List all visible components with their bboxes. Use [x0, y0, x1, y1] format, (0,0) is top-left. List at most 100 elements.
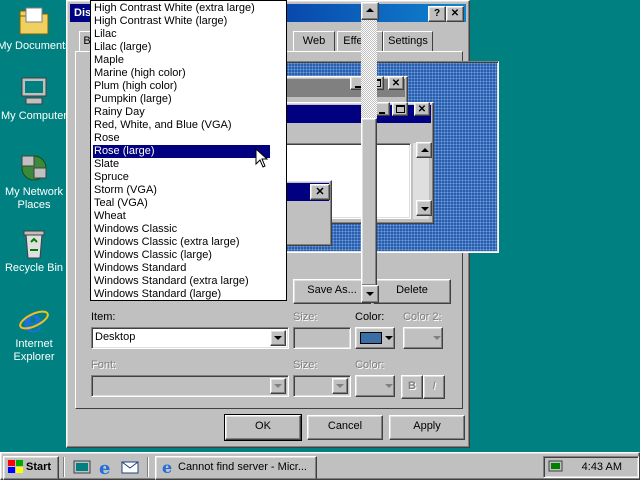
- recycle-bin-icon: [18, 228, 50, 260]
- preview-inactive-titlebar: [285, 79, 405, 97]
- font-size-select: [293, 375, 351, 397]
- desktop-icon-my-computer[interactable]: My Computer: [0, 76, 72, 123]
- cancel-button[interactable]: Cancel: [307, 415, 383, 440]
- desktop-icon-label: My Documents: [0, 40, 71, 52]
- chevron-down-icon: [332, 378, 348, 394]
- apply-button[interactable]: Apply: [389, 415, 465, 440]
- close-button[interactable]: ✕: [446, 6, 464, 22]
- delete-button[interactable]: Delete: [373, 279, 451, 304]
- scheme-option[interactable]: Lilac (large): [93, 41, 270, 54]
- desktop-icon-label: My Network Places: [4, 186, 64, 211]
- scheme-option[interactable]: Marine (high color): [93, 67, 270, 80]
- item-select-value: Desktop: [95, 331, 136, 343]
- start-button[interactable]: Start: [3, 456, 59, 480]
- start-label: Start: [26, 461, 52, 473]
- taskbar-task-ie[interactable]: e Cannot find server - Micr...: [155, 456, 317, 480]
- scheme-option[interactable]: Pumpkin (large): [93, 93, 270, 106]
- network-places-icon: [18, 152, 50, 184]
- scheme-option[interactable]: Rose (large): [93, 145, 270, 158]
- scroll-up-icon: [421, 148, 429, 152]
- scheme-option[interactable]: Windows Standard (large): [93, 288, 270, 301]
- scheme-option[interactable]: Windows Classic: [93, 223, 270, 236]
- font-select: [91, 375, 289, 397]
- tab-label: Web: [302, 35, 326, 47]
- scheme-list-scrollbar[interactable]: [361, 2, 379, 303]
- quick-launch-separator: [63, 457, 65, 477]
- desktop-icon-label: My Computer: [0, 110, 68, 122]
- chevron-down-icon: [385, 336, 393, 340]
- scheme-option[interactable]: Slate: [93, 158, 270, 171]
- scroll-up-button[interactable]: [361, 2, 379, 20]
- display-tray-icon[interactable]: [548, 459, 564, 475]
- system-tray: 4:43 AM: [543, 456, 639, 478]
- scheme-option[interactable]: Rose: [93, 132, 270, 145]
- minimize-icon: [379, 112, 385, 114]
- tab-web[interactable]: Web: [293, 31, 335, 52]
- item-select[interactable]: Desktop: [91, 327, 289, 349]
- scheme-option[interactable]: Lilac: [93, 28, 270, 41]
- my-documents-icon: [18, 6, 50, 38]
- desktop-icon-network-places[interactable]: My Network Places: [0, 152, 72, 212]
- desktop-icon-label: Recycle Bin: [4, 262, 64, 274]
- color2-picker-button: [403, 327, 443, 349]
- scheme-option[interactable]: High Contrast White (extra large): [93, 2, 270, 15]
- scroll-down-icon: [421, 207, 429, 211]
- svg-text:e: e: [162, 459, 172, 475]
- scheme-option[interactable]: Windows Classic (extra large): [93, 236, 270, 249]
- clock[interactable]: 4:43 AM: [582, 461, 622, 473]
- windows-logo-icon: [8, 460, 23, 473]
- item-label: Item:: [91, 311, 116, 323]
- preview-active-titlebar: [285, 105, 431, 123]
- scheme-option[interactable]: Rainy Day: [93, 106, 270, 119]
- scheme-option[interactable]: Windows Standard: [93, 262, 270, 275]
- preview-message-close-button: ✕: [310, 184, 330, 200]
- desktop-icon-internet-explorer[interactable]: e Internet Explorer: [0, 302, 72, 364]
- size-label: Size:: [293, 311, 318, 323]
- scheme-option[interactable]: Teal (VGA): [93, 197, 270, 210]
- preview-active-close-button: ✕: [414, 102, 430, 116]
- desktop-icon-my-documents[interactable]: My Documents: [0, 6, 72, 53]
- color-label: Color:: [355, 311, 385, 323]
- preview-text-scroll-up: [416, 142, 432, 158]
- task-label: Cannot find server - Micr...: [178, 461, 307, 473]
- chevron-down-icon[interactable]: [270, 330, 286, 346]
- ie-task-icon: e: [162, 459, 172, 475]
- taskbar: Start e e Cannot find server - Micr... 4…: [0, 452, 640, 480]
- ie-quicklaunch-icon[interactable]: e: [97, 458, 115, 476]
- color-picker-button[interactable]: [355, 327, 395, 349]
- outlook-express-icon[interactable]: [121, 458, 139, 476]
- chevron-down-icon: [385, 384, 393, 388]
- ok-button[interactable]: OK: [224, 414, 302, 441]
- save-as-button[interactable]: Save As...: [293, 279, 371, 304]
- scheme-option[interactable]: Spruce: [93, 171, 270, 184]
- maximize-icon: [396, 105, 405, 113]
- scheme-option[interactable]: Wheat: [93, 210, 270, 223]
- font-size-label: Size:: [293, 359, 318, 371]
- dialog-title: Dis: [74, 7, 92, 19]
- scheme-option[interactable]: Plum (high color): [93, 80, 270, 93]
- desktop-icon-recycle-bin[interactable]: Recycle Bin: [0, 228, 72, 275]
- font-label: Font:: [91, 359, 117, 371]
- preview-active-maximize-button: [392, 102, 408, 116]
- svg-text:e: e: [99, 458, 110, 476]
- chevron-down-icon: [270, 378, 286, 394]
- internet-explorer-icon: e: [18, 302, 50, 340]
- quick-launch-separator: [147, 457, 149, 477]
- scheme-option[interactable]: Windows Classic (large): [93, 249, 270, 262]
- scheme-option[interactable]: Red, White, and Blue (VGA): [93, 119, 270, 132]
- show-desktop-icon[interactable]: [73, 458, 91, 476]
- scheme-option[interactable]: High Contrast White (large): [93, 15, 270, 28]
- scheme-option[interactable]: Windows Standard (extra large): [93, 275, 270, 288]
- scroll-thumb[interactable]: [361, 118, 377, 286]
- scroll-down-button[interactable]: [361, 285, 379, 303]
- svg-text:e: e: [23, 304, 43, 336]
- preview-text-scroll-down: [416, 200, 432, 216]
- scheme-option[interactable]: Maple: [93, 54, 270, 67]
- chevron-down-icon: [433, 336, 441, 340]
- desktop-icon-label: Internet Explorer: [13, 338, 55, 363]
- scheme-option[interactable]: Storm (VGA): [93, 184, 270, 197]
- help-button[interactable]: ?: [428, 6, 446, 22]
- tab-settings[interactable]: Settings: [383, 31, 433, 52]
- size-spinner: [293, 327, 351, 349]
- font-color-button: [355, 375, 395, 397]
